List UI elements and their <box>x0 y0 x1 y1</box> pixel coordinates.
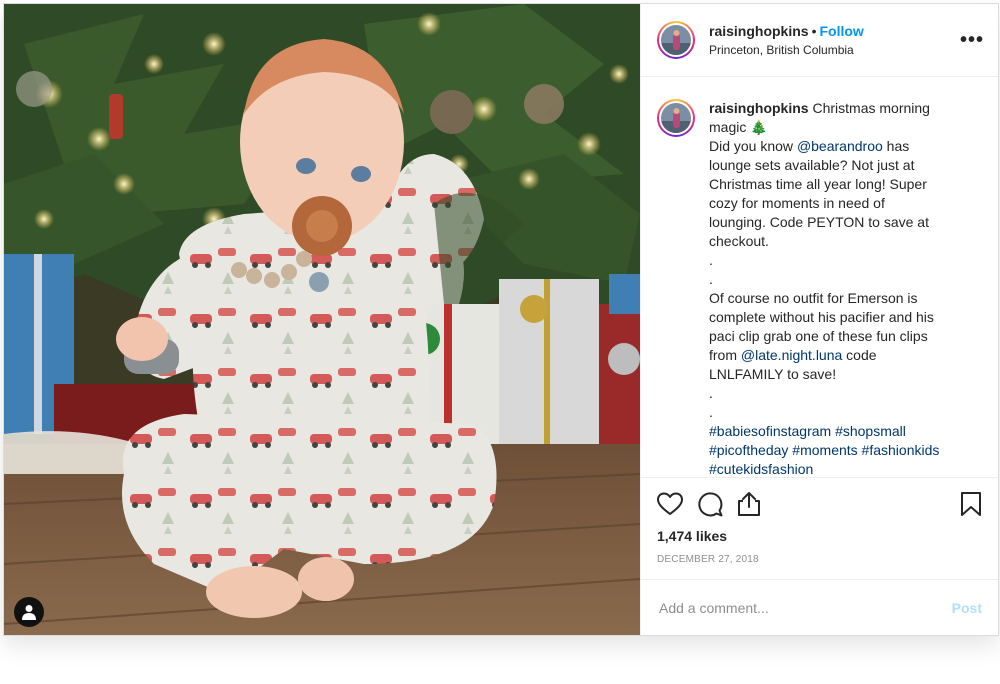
baby-christmas-photo <box>4 4 640 635</box>
caption-dot: . <box>709 404 713 420</box>
post-caption: raisinghopkins Christmas morning magic 🎄… <box>709 99 945 477</box>
caption-dot: . <box>709 252 713 268</box>
hashtag-link[interactable]: #picoftheday <box>709 442 788 458</box>
hashtag-link[interactable]: #shopsmall <box>835 423 906 439</box>
post-details-panel: raisinghopkins • Follow Princeton, British… <box>640 4 998 635</box>
comment-button[interactable] <box>697 484 737 524</box>
likes-count[interactable]: 1,474 likes <box>657 528 982 544</box>
caption-text: Did you know <box>709 138 797 154</box>
share-button[interactable] <box>737 484 777 524</box>
mention-link[interactable]: @bearandroo <box>797 138 883 154</box>
post-header: raisinghopkins • Follow Princeton, British… <box>641 4 998 77</box>
caption-username[interactable]: raisinghopkins <box>709 100 809 116</box>
caption-row: raisinghopkins Christmas morning magic 🎄… <box>657 99 982 477</box>
hashtag-link[interactable]: #fashionkids <box>862 442 940 458</box>
hashtag-link[interactable]: #babiesofinstagram <box>709 423 831 439</box>
profile-photo <box>661 25 691 55</box>
like-button[interactable] <box>657 484 697 524</box>
hashtag-link[interactable]: #moments <box>792 442 857 458</box>
follow-button[interactable]: Follow <box>819 23 863 39</box>
caption-dot: . <box>709 271 713 287</box>
user-silhouette-icon <box>22 605 36 620</box>
more-options-icon[interactable]: ••• <box>960 29 984 52</box>
caption-dot: . <box>709 385 713 401</box>
action-icon-row <box>657 484 982 524</box>
add-comment-bar: Post <box>641 579 998 635</box>
comments-section[interactable]: raisinghopkins Christmas morning magic 🎄… <box>641 77 998 477</box>
post-photo[interactable] <box>4 4 640 635</box>
header-username[interactable]: raisinghopkins <box>709 23 809 39</box>
tagged-users-button[interactable] <box>14 597 44 627</box>
comment-input[interactable] <box>657 598 952 617</box>
hashtag-list: #babiesofinstagram #shopsmall #picofthed… <box>709 422 945 477</box>
save-button[interactable] <box>942 484 982 524</box>
bookmark-icon <box>961 492 981 516</box>
post-comment-button[interactable]: Post <box>952 600 982 616</box>
mention-link[interactable]: @late.night.luna <box>741 347 842 363</box>
post-actions: 1,474 likes DECEMBER 27, 2018 <box>641 477 998 565</box>
post-location[interactable]: Princeton, British Columbia <box>709 41 960 59</box>
profile-avatar[interactable] <box>657 21 695 59</box>
heart-icon <box>657 492 683 515</box>
share-upload-icon <box>738 492 760 516</box>
profile-photo <box>661 103 691 133</box>
caption-avatar[interactable] <box>657 99 695 137</box>
post-date[interactable]: DECEMBER 27, 2018 <box>657 554 982 565</box>
hashtag-link[interactable]: #cutekidsfashion <box>709 461 813 477</box>
instagram-post-card: raisinghopkins • Follow Princeton, British… <box>3 3 999 636</box>
caption-text: has lounge sets available? Not just at C… <box>709 138 929 249</box>
header-separator: • <box>811 22 817 39</box>
comment-bubble-icon <box>698 492 723 517</box>
